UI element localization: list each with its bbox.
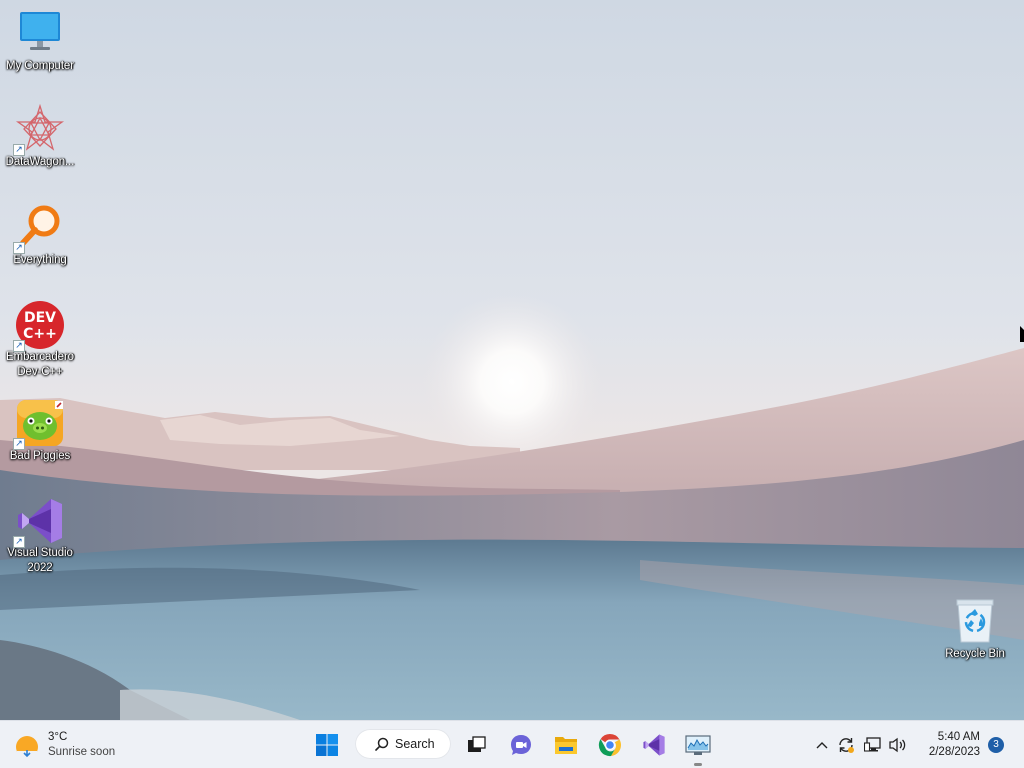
- monitor-icon: [15, 8, 65, 58]
- devcpp-logo-text-1: DEV: [24, 310, 56, 326]
- taskbar: 3°C Sunrise soon Search 5:40 AM 2/28/202…: [0, 720, 1024, 768]
- folder-icon: [555, 737, 577, 754]
- datawagon-star-icon: ↗: [13, 104, 65, 156]
- clock-time: 5:40 AM: [937, 731, 980, 743]
- desktop-icon-label: Everything: [13, 254, 67, 266]
- volume-icon: [889, 737, 906, 753]
- shortcut-arrow-icon: ↗: [13, 536, 25, 548]
- search-icon: [375, 737, 389, 751]
- desktop-icon-my-computer[interactable]: My Computer: [0, 8, 80, 74]
- wallpaper-image: [0, 0, 1024, 720]
- volume-tray-button[interactable]: [886, 729, 910, 761]
- desktop-icon-label: Visual Studio 2022: [7, 547, 73, 574]
- recycle-bin-icon: [950, 596, 1000, 646]
- visual-studio-taskbar-button[interactable]: [636, 727, 672, 763]
- chat-button[interactable]: [503, 727, 539, 763]
- chevron-up-icon: [816, 742, 828, 749]
- notification-badge[interactable]: 3: [988, 737, 1004, 753]
- magnifier-search-icon: ↗: [13, 202, 65, 254]
- weather-widget[interactable]: 3°C Sunrise soon: [14, 729, 115, 761]
- shortcut-arrow-icon: ↗: [13, 340, 25, 352]
- desktop-icon-label: Embarcadero Dev-C++: [6, 351, 74, 378]
- desktop-icon-recycle-bin[interactable]: Recycle Bin: [935, 596, 1015, 662]
- search-label: Search: [395, 737, 435, 751]
- visual-studio-icon: [643, 734, 665, 756]
- performance-monitor-button[interactable]: [680, 727, 716, 763]
- devcpp-logo-icon: DEV C++ ↗: [13, 300, 65, 352]
- desktop-icon-datawagon[interactable]: ↗ DataWagon...: [0, 104, 80, 170]
- sun-icon: [16, 736, 38, 758]
- visual-studio-icon: ↗: [13, 496, 65, 548]
- start-button[interactable]: [309, 727, 345, 763]
- weather-temperature: 3°C: [48, 731, 68, 743]
- chrome-button[interactable]: [592, 727, 628, 763]
- desktop-icon-bad-piggies[interactable]: ↗ Bad Piggies: [0, 398, 80, 464]
- sync-icon: [839, 738, 854, 753]
- chrome-icon: [598, 733, 622, 757]
- sync-tray-button[interactable]: [835, 729, 857, 761]
- shortcut-arrow-icon: ↗: [13, 438, 25, 450]
- network-tray-button[interactable]: [862, 729, 884, 761]
- desktop-wallpaper[interactable]: My Computer ↗ DataWagon... ↗ Everything …: [0, 0, 1024, 720]
- monitor-chart-icon: [685, 735, 711, 755]
- active-app-indicator: [694, 763, 702, 766]
- green-pig-icon: ↗: [13, 398, 65, 450]
- task-view-icon: [468, 736, 486, 752]
- clock-date: 2/28/2023: [928, 746, 980, 758]
- desktop-icon-label: My Computer: [6, 60, 74, 72]
- taskbar-search-box[interactable]: Search: [355, 729, 451, 759]
- windows-logo-icon: [316, 734, 338, 756]
- chat-camera-icon: [511, 735, 531, 755]
- desktop-icon-label: Recycle Bin: [945, 648, 1005, 660]
- taskbar-clock[interactable]: 5:40 AM 2/28/2023: [918, 730, 980, 760]
- file-explorer-button[interactable]: [548, 727, 584, 763]
- desktop-icon-label: Bad Piggies: [9, 450, 71, 462]
- devcpp-logo-text-2: C++: [23, 326, 57, 342]
- mouse-cursor-icon: [1020, 326, 1024, 342]
- show-hidden-icons-button[interactable]: [812, 729, 832, 761]
- desktop-icon-label: DataWagon...: [5, 156, 75, 168]
- desktop-icon-visual-studio[interactable]: ↗ Visual Studio 2022: [0, 496, 80, 576]
- weather-condition: Sunrise soon: [48, 746, 116, 758]
- network-icon: [864, 737, 881, 752]
- desktop-icon-devcpp[interactable]: DEV C++ ↗ Embarcadero Dev-C++: [0, 300, 80, 380]
- task-view-button[interactable]: [458, 727, 494, 763]
- shortcut-arrow-icon: ↗: [13, 242, 25, 254]
- shortcut-arrow-icon: ↗: [13, 144, 25, 156]
- desktop-icon-everything[interactable]: ↗ Everything: [0, 202, 80, 268]
